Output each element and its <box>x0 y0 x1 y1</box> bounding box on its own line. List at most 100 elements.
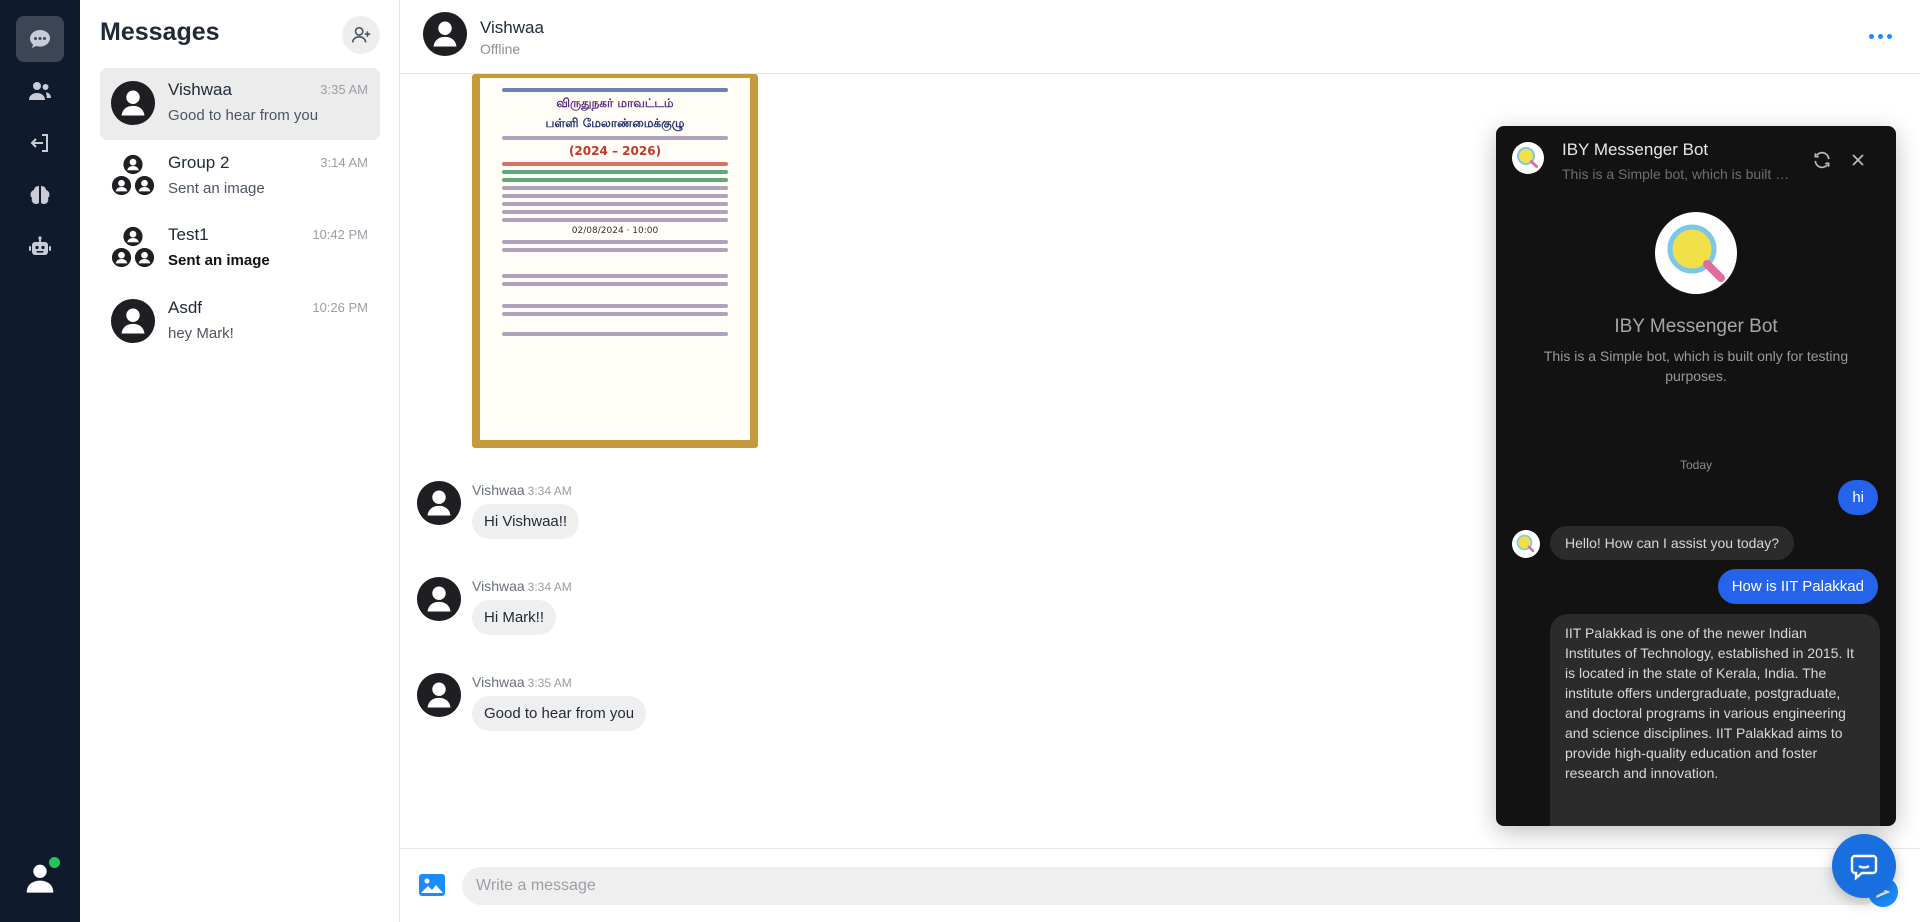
message-sender: Vishwaa <box>472 578 525 594</box>
nav-brain-button[interactable] <box>16 172 64 218</box>
conversation-list-panel: Messages Vishwaa 3:35 AM Good to hear fr… <box>80 0 400 922</box>
image-line <box>502 332 728 336</box>
image-line <box>502 240 728 244</box>
bot-logo-icon <box>1512 142 1544 174</box>
chat-header: Vishwaa Offline <box>400 0 1920 74</box>
conversation-item-asdf[interactable]: Asdf 10:26 PM hey Mark! <box>100 286 380 358</box>
image-line <box>502 304 728 308</box>
bot-user-message: How is IIT Palakkad <box>1717 569 1878 604</box>
conversation-item-group-2[interactable]: Group 2 3:14 AM Sent an image <box>100 141 380 213</box>
message-sender: Vishwaa <box>472 482 525 498</box>
image-text-date: 02/08/2024 · 10:00 <box>571 226 659 236</box>
conversation-name: Asdf <box>168 298 203 317</box>
image-line <box>502 248 728 252</box>
bot-subtitle: This is a Simple bot, which is built onl… <box>1562 166 1792 182</box>
more-dot <box>1886 33 1892 39</box>
bot-chat-panel: IBY Messenger Bot This is a Simple bot, … <box>1496 126 1896 826</box>
image-text-years: (2024 – 2026) <box>568 144 662 158</box>
day-divider: Today <box>1679 458 1713 472</box>
contacts-icon <box>29 82 51 100</box>
message-bubble: Hi Mark!! <box>472 600 556 635</box>
image-line <box>502 186 728 190</box>
user-avatar-icon <box>416 576 462 622</box>
more-options-button[interactable] <box>1866 26 1894 46</box>
add-user-icon <box>351 26 371 43</box>
refresh-icon <box>1814 151 1830 169</box>
image-line <box>502 210 728 214</box>
conversation-last-message: Sent an image <box>168 252 270 269</box>
image-line <box>502 178 728 182</box>
bot-refresh-button[interactable] <box>1812 150 1832 170</box>
user-avatar-icon <box>416 672 462 718</box>
chat-contact-status: Offline <box>480 41 521 57</box>
chat-contact-name: Vishwaa <box>480 18 544 37</box>
conversation-name: Vishwaa <box>168 80 232 99</box>
message-meta: Vishwaa 3:34 AM <box>472 578 572 594</box>
image-line <box>502 282 728 286</box>
image-line <box>502 136 728 140</box>
conversation-name: Group 2 <box>168 153 230 172</box>
brain-icon <box>30 186 50 204</box>
group-avatar-icon <box>111 154 155 196</box>
message-time: 3:34 AM <box>527 484 572 498</box>
bot-reply-message: IIT Palakkad is one of the newer Indian … <box>1550 614 1880 826</box>
image-line <box>502 88 728 92</box>
online-status-dot <box>47 855 62 870</box>
message-time: 3:35 AM <box>527 676 572 690</box>
user-avatar-icon[interactable] <box>422 11 468 57</box>
bot-avatar-icon <box>1512 530 1540 558</box>
bot-reply-message: Hello! How can I assist you today? <box>1550 526 1794 560</box>
page-title: Messages <box>100 18 220 46</box>
create-group-button[interactable] <box>342 16 380 54</box>
bot-name: IBY Messenger Bot <box>1614 316 1778 337</box>
message-sender: Vishwaa <box>472 674 525 690</box>
message-bubble: Good to hear from you <box>472 696 647 731</box>
image-line <box>502 274 728 278</box>
image-message[interactable]: விருதுநகர் மாவட்டம் பள்ளி மேலாண்மைக்குழு… <box>472 74 758 448</box>
message-meta: Vishwaa 3:34 AM <box>472 482 572 498</box>
image-line <box>502 218 728 222</box>
message-time: 3:34 AM <box>527 580 572 594</box>
conversation-item-test1[interactable]: Test1 10:42 PM Sent an image <box>100 213 380 285</box>
image-line <box>502 202 728 206</box>
message-composer <box>400 848 1920 922</box>
nav-logout-button[interactable] <box>16 120 64 166</box>
bot-description: This is a Simple bot, which is built onl… <box>1543 348 1849 384</box>
message-input[interactable] <box>462 867 1882 905</box>
group-avatar-icon <box>111 226 155 268</box>
user-avatar-icon <box>110 298 156 344</box>
robot-icon <box>29 236 51 255</box>
bot-logo-icon <box>1655 212 1737 294</box>
bot-launcher-button[interactable] <box>1832 834 1896 898</box>
bot-user-message: hi <box>1838 480 1878 515</box>
user-avatar-icon <box>110 80 156 126</box>
user-avatar-icon <box>416 480 462 526</box>
conversation-name: Test1 <box>168 225 209 244</box>
conversation-time: 10:42 PM <box>312 227 368 242</box>
image-line <box>502 170 728 174</box>
bot-close-button[interactable] <box>1848 150 1868 170</box>
conversation-time: 3:14 AM <box>320 155 368 170</box>
bot-title: IBY Messenger Bot <box>1562 140 1709 159</box>
message-bubble: Hi Vishwaa!! <box>472 504 580 539</box>
conversation-time: 10:26 PM <box>312 300 368 315</box>
nav-bot-button[interactable] <box>16 224 64 270</box>
image-line <box>502 162 728 166</box>
nav-contacts-button[interactable] <box>16 68 64 114</box>
conversation-last-message: Sent an image <box>168 180 265 197</box>
conversation-item-vishwaa[interactable]: Vishwaa 3:35 AM Good to hear from you <box>100 68 380 140</box>
conversation-time: 3:35 AM <box>320 82 368 97</box>
image-date: 02/08/2024 <box>571 226 624 236</box>
more-dots-icon <box>1868 33 1874 39</box>
logout-icon <box>30 134 48 152</box>
conversation-last-message: hey Mark! <box>168 325 234 342</box>
image-line <box>502 194 728 198</box>
more-dot <box>1877 33 1883 39</box>
nav-rail <box>0 0 80 922</box>
image-time: 10:00 <box>632 226 659 236</box>
chat-bubble-icon <box>1850 854 1878 881</box>
conversation-last-message: Good to hear from you <box>168 107 319 124</box>
image-text-district: விருதுநகர் மாவட்டம் <box>556 96 674 110</box>
attach-image-icon[interactable] <box>418 873 446 897</box>
nav-chats-button[interactable] <box>16 16 64 62</box>
